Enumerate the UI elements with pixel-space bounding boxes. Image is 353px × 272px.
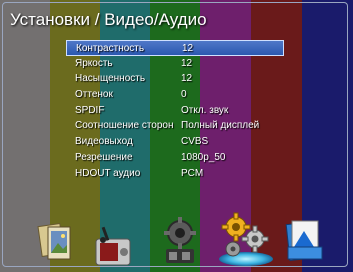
menu-item-value: 12 xyxy=(181,57,193,69)
menu-item-aspect-ratio[interactable]: Соотношение сторон Полный дисплей xyxy=(66,118,284,134)
menu-item-label: SPDIF xyxy=(75,104,105,116)
menu-item-resolution[interactable]: Резрешение 1080p_50 xyxy=(66,150,284,166)
menu-item-value: PCM xyxy=(181,167,204,179)
menu-item-label: Видеовыход xyxy=(75,136,133,148)
menu-item-value: 0 xyxy=(181,89,187,101)
settings-gears-icon[interactable] xyxy=(219,207,271,259)
menu-item-hdout-audio[interactable]: HDOUT аудио PCM xyxy=(66,166,284,182)
tools-icon[interactable] xyxy=(160,213,200,269)
file-manager-icon[interactable] xyxy=(284,217,326,265)
menu-item-value: Полный дисплей xyxy=(181,120,260,132)
menu-item-label: Резрешение xyxy=(75,151,133,163)
menu-item-contrast[interactable]: Контрастность 12 xyxy=(66,40,284,56)
menu-item-label: Соотношение сторон xyxy=(75,120,174,132)
settings-menu: Контрастность 12 Яркость 12 Насыщенность… xyxy=(66,40,284,181)
menu-item-label: HDOUT аудио xyxy=(75,167,141,179)
pictures-icon[interactable] xyxy=(36,217,76,267)
menu-item-saturation[interactable]: Насыщенность 12 xyxy=(66,71,284,87)
menu-item-value: 12 xyxy=(182,43,194,54)
menu-item-value: 1080p_50 xyxy=(181,151,226,163)
menu-item-value: 12 xyxy=(181,73,193,85)
menu-item-label: Контрастность xyxy=(76,43,145,54)
menu-item-value: CVBS xyxy=(181,136,209,148)
bottom-icon-bar xyxy=(0,205,353,272)
menu-item-spdif[interactable]: SPDIF Откл. звук xyxy=(66,103,284,119)
menu-item-label: Яркость xyxy=(75,57,113,69)
menu-item-video-output[interactable]: Видеовыход CVBS xyxy=(66,134,284,150)
menu-item-label: Насыщенность xyxy=(75,73,146,85)
menu-item-value: Откл. звук xyxy=(181,104,229,116)
menu-item-brightness[interactable]: Яркость 12 xyxy=(66,56,284,72)
music-video-icon[interactable] xyxy=(94,223,134,269)
menu-item-hue[interactable]: Оттенок 0 xyxy=(66,87,284,103)
menu-item-label: Оттенок xyxy=(75,89,113,101)
page-title: Установки / Видео/Аудио xyxy=(10,10,207,29)
